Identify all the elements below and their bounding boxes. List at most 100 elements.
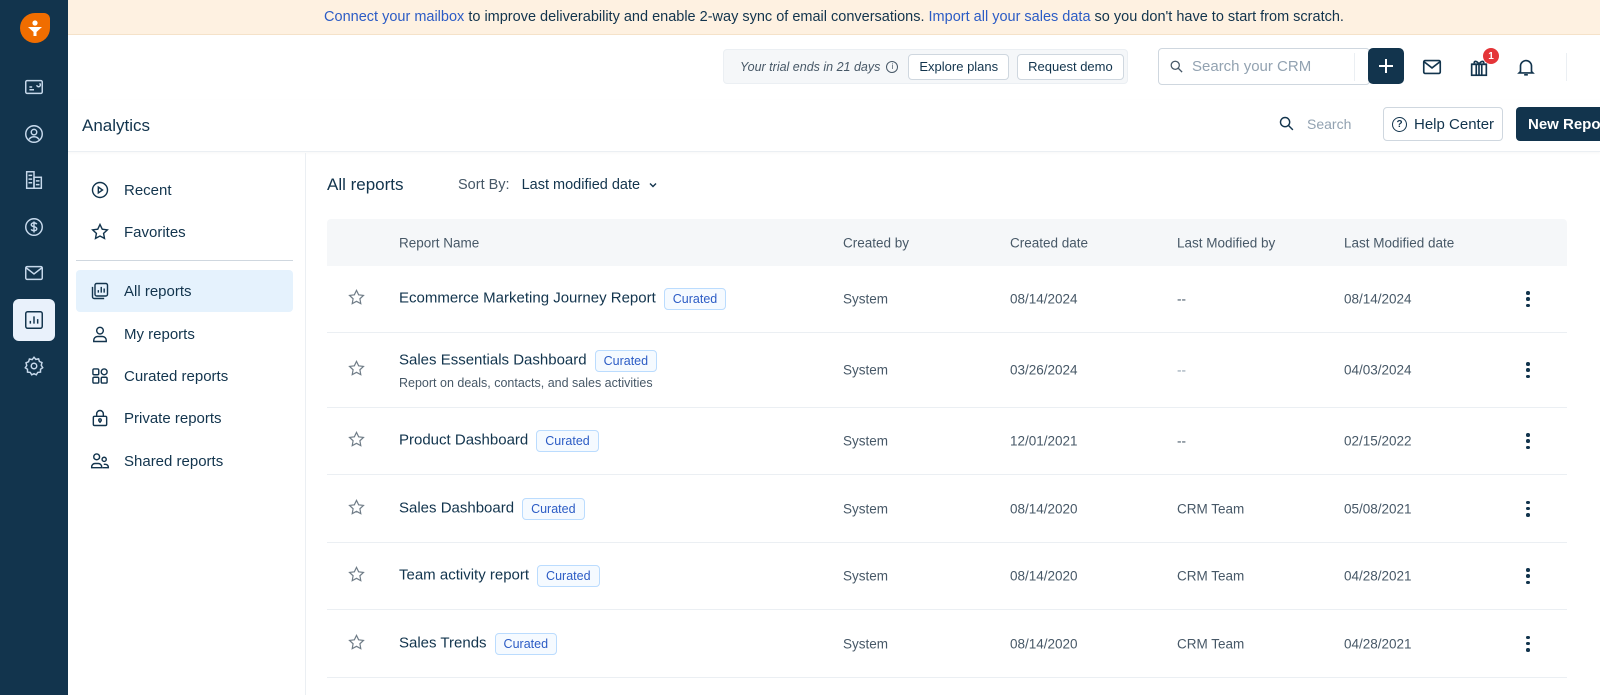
nav-divider — [76, 260, 293, 261]
nav-item-curated-reports[interactable]: Curated reports — [76, 355, 293, 397]
col-created-date[interactable]: Created date — [1010, 235, 1088, 250]
more-options-icon[interactable] — [1522, 634, 1534, 654]
favorite-star-icon[interactable] — [347, 565, 366, 587]
last-modified-date: 02/15/2022 — [1344, 433, 1412, 449]
report-name-link[interactable]: Product Dashboard — [399, 432, 528, 449]
created-by: System — [843, 501, 889, 516]
more-options-icon[interactable] — [1522, 499, 1534, 519]
col-report-name[interactable]: Report Name — [399, 235, 479, 250]
table-row[interactable]: Sales Dashboard Curated System 08/14/2020… — [327, 475, 1567, 543]
mail-button[interactable] — [1420, 55, 1444, 79]
nav-item-shared-reports[interactable]: Shared reports — [76, 440, 293, 482]
last-modified-by: CRM Team — [1177, 636, 1245, 651]
last-modified-date: 04/28/2021 — [1344, 568, 1412, 584]
explore-plans-button[interactable]: Explore plans — [908, 53, 1010, 80]
table-row[interactable]: Sales Trends Curated System 08/14/2020 CR… — [327, 610, 1567, 678]
report-name-link[interactable]: Sales Trends — [399, 634, 487, 651]
quick-add-button[interactable] — [1368, 48, 1404, 84]
report-name-cell: Sales Essentials Dashboard Curated Report… — [399, 350, 658, 390]
help-center-button[interactable]: ? Help Center — [1383, 107, 1504, 141]
sort-dropdown[interactable]: Last modified date — [522, 177, 659, 193]
gift-button[interactable]: 1 — [1467, 48, 1499, 79]
favorite-star-icon[interactable] — [347, 359, 366, 381]
more-options-icon[interactable] — [1522, 566, 1534, 586]
banner-text-1: to improve deliverability and enable 2-w… — [464, 9, 929, 25]
report-search[interactable]: Search — [1278, 115, 1351, 132]
rail-item-analytics[interactable] — [13, 299, 55, 341]
report-name-link[interactable]: Sales Essentials Dashboard — [399, 352, 587, 369]
analytics-header: Analytics Search ? Help Center New Repor… — [68, 100, 1600, 152]
grid-icon — [92, 368, 108, 384]
nav-item-my-reports[interactable]: My reports — [76, 313, 293, 355]
mail-icon — [25, 265, 43, 281]
play-circle-icon — [91, 181, 109, 199]
nav-item-favorites[interactable]: Favorites — [76, 211, 293, 253]
import-data-link[interactable]: Import all your sales data — [929, 9, 1091, 25]
rail-item-email[interactable] — [13, 252, 55, 294]
favorite-star-icon[interactable] — [347, 498, 366, 520]
nav-item-private-reports[interactable]: Private reports — [76, 397, 293, 439]
nav-label: Curated reports — [124, 367, 229, 385]
more-options-icon[interactable] — [1522, 360, 1534, 380]
report-name-link[interactable]: Ecommerce Marketing Journey Report — [399, 290, 656, 307]
rail-item-contacts[interactable] — [13, 113, 55, 155]
search-icon — [1279, 116, 1294, 131]
col-created-by[interactable]: Created by — [843, 235, 909, 250]
trial-text: Your trial ends in 21 days — [740, 59, 881, 74]
rail-item-settings[interactable] — [13, 345, 55, 387]
rail-item-accounts[interactable] — [13, 159, 55, 201]
chevron-down-icon — [649, 183, 657, 188]
created-by: System — [843, 636, 889, 651]
favorite-star-icon[interactable] — [347, 288, 366, 310]
created-date: 08/14/2020 — [1010, 501, 1078, 516]
report-name-cell: Sales Trends Curated — [399, 632, 558, 655]
more-options-icon[interactable] — [1522, 289, 1534, 309]
favorite-star-icon[interactable] — [347, 430, 366, 452]
nav-label: Shared reports — [124, 452, 224, 470]
gear-icon — [24, 356, 44, 376]
logo-icon — [28, 20, 42, 36]
table-row[interactable]: Ecommerce Marketing Journey Report Curate… — [327, 266, 1567, 333]
report-name-link[interactable]: Sales Dashboard — [399, 499, 514, 516]
report-name-link[interactable]: Team activity report — [399, 567, 529, 584]
table-row[interactable]: Team activity report Curated System 08/14… — [327, 543, 1567, 610]
building-icon — [25, 171, 43, 189]
app-logo[interactable] — [20, 13, 50, 43]
search-icon — [1170, 60, 1183, 73]
dashboard-icon — [25, 79, 43, 95]
nav-item-all-reports[interactable]: All reports — [76, 270, 293, 312]
report-name-cell: Ecommerce Marketing Journey Report Curate… — [399, 288, 727, 310]
curated-badge: Curated — [537, 565, 600, 587]
request-demo-button[interactable]: Request demo — [1017, 53, 1124, 80]
last-modified-by: CRM Team — [1177, 501, 1245, 516]
crm-search-input[interactable] — [1192, 58, 1362, 75]
top-bar: Your trial ends in 21 days i Explore pla… — [68, 35, 1600, 100]
nav-item-recent[interactable]: Recent — [76, 169, 293, 211]
notifications-button[interactable] — [1514, 55, 1538, 79]
info-icon[interactable]: i — [886, 60, 899, 73]
last-modified-by: -- — [1177, 291, 1186, 307]
nav-label: Favorites — [124, 223, 186, 241]
connect-mailbox-link[interactable]: Connect your mailbox — [324, 9, 464, 25]
created-date: 08/14/2020 — [1010, 636, 1078, 651]
banner-text-2: so you don't have to start from scratch. — [1090, 9, 1344, 25]
col-last-modified-date[interactable]: Last Modified date — [1344, 235, 1454, 250]
table-body: Ecommerce Marketing Journey Report Curate… — [327, 266, 1567, 678]
new-report-button[interactable]: New Report — [1516, 107, 1600, 141]
report-description: Report on deals, contacts, and sales act… — [399, 376, 653, 390]
rail-item-deals[interactable] — [13, 206, 55, 248]
favorite-star-icon[interactable] — [347, 633, 366, 655]
table-row[interactable]: Product Dashboard Curated System 12/01/20… — [327, 408, 1567, 475]
col-last-modified-by[interactable]: Last Modified by — [1177, 235, 1275, 250]
more-options-icon[interactable] — [1522, 431, 1534, 451]
last-modified-date: 08/14/2024 — [1344, 291, 1412, 307]
report-name-cell: Team activity report Curated — [399, 565, 600, 587]
last-modified-by: -- — [1177, 362, 1186, 378]
created-date: 08/14/2024 — [1010, 291, 1078, 307]
user-icon — [93, 326, 107, 343]
dollar-icon — [25, 218, 43, 236]
rail-item-dashboard[interactable] — [13, 66, 55, 108]
table-row[interactable]: Sales Essentials Dashboard Curated Report… — [327, 333, 1567, 408]
crm-search-field[interactable] — [1158, 48, 1370, 85]
curated-badge: Curated — [522, 497, 585, 520]
